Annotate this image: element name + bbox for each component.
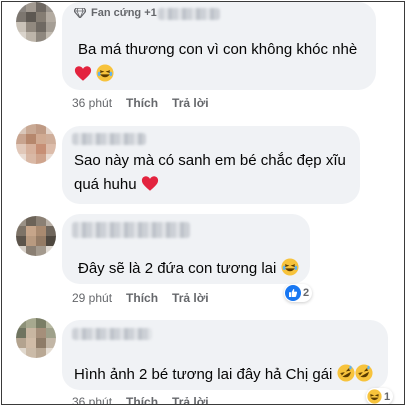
like-icon: [285, 285, 301, 301]
author-name-blurred[interactable]: [72, 133, 146, 145]
rofl-emoji-icon: [355, 364, 373, 382]
fan-badge-label: Fan cứng +1: [91, 7, 157, 19]
comment-text: Hình ảnh 2 bé tương lai đây hả Chị gái: [74, 364, 373, 385]
comment-text-line1: Hình ảnh 2 bé tương lai đây hả Chị gái: [74, 366, 333, 383]
comment-bubble: Đây sẽ là 2 đứa con tương lai: [62, 214, 310, 284]
comment-time[interactable]: 36 phút: [72, 395, 112, 404]
comment-text-line2-wrap: quá huhu: [74, 174, 346, 195]
like-button[interactable]: Thích: [126, 96, 158, 110]
comment-text: Ba má thương con vì con không khóc nhè: [78, 39, 357, 60]
reply-button[interactable]: Trả lời: [172, 96, 209, 110]
reaction-count: 1: [384, 390, 391, 403]
reaction-summary[interactable]: 1: [366, 388, 394, 404]
comment-thread: Fan cứng +1 Ba má thương con vì con khôn…: [1, 1, 405, 405]
author-name-blurred[interactable]: [72, 328, 152, 340]
rofl-emoji-icon: [337, 364, 355, 382]
comment-text-line1: Sao này mà có sanh em bé chắc đẹp xĩu: [74, 152, 346, 169]
diamond-icon: [74, 8, 86, 18]
author-name-blurred[interactable]: [72, 222, 190, 238]
comment-emojis: [74, 64, 114, 85]
comment-text: Đây sẽ là 2 đứa con tương lai: [78, 258, 299, 279]
avatar[interactable]: [16, 216, 56, 256]
avatar[interactable]: [16, 124, 56, 164]
comment-bubble: Sao này mà có sanh em bé chắc đẹp xĩu qu…: [62, 126, 360, 204]
fan-badge: Fan cứng +1: [74, 7, 157, 19]
laugh-emoji-icon: [96, 64, 114, 82]
comment-actions: 29 phút Thích Trả lời: [72, 291, 209, 305]
avatar[interactable]: [16, 318, 56, 358]
like-button[interactable]: Thích: [126, 395, 158, 404]
reaction-count: 2: [303, 287, 310, 299]
comment-text: Sao này mà có sanh em bé chắc đẹp xĩu qu…: [74, 150, 346, 195]
comment-actions: 36 phút Thích Trả lời: [72, 395, 209, 404]
laugh-reaction-icon: [367, 389, 382, 404]
comment-bubble: Hình ảnh 2 bé tương lai đây hả Chị gái: [62, 320, 388, 390]
comment-text-line2: quá huhu: [74, 176, 137, 193]
comment-text-line1: Ba má thương con vì con không khóc nhè: [78, 41, 358, 58]
reply-button[interactable]: Trả lời: [172, 395, 209, 404]
comment-time[interactable]: 36 phút: [72, 96, 112, 110]
heart-icon: [141, 176, 158, 191]
laugh-emoji-icon: [280, 258, 299, 276]
avatar[interactable]: [16, 2, 56, 42]
author-name-blurred[interactable]: [158, 8, 220, 20]
heart-icon: [74, 66, 92, 81]
comment-actions: 36 phút Thích Trả lời: [72, 96, 209, 110]
comment-text-line1: Đây sẽ là 2 đứa con tương lai: [78, 260, 277, 277]
comment-time[interactable]: 29 phút: [72, 291, 112, 305]
comment-bubble: Fan cứng +1 Ba má thương con vì con khôn…: [62, 2, 376, 90]
reaction-summary[interactable]: 2: [284, 284, 313, 302]
like-button[interactable]: Thích: [126, 291, 158, 305]
reply-button[interactable]: Trả lời: [172, 291, 209, 305]
